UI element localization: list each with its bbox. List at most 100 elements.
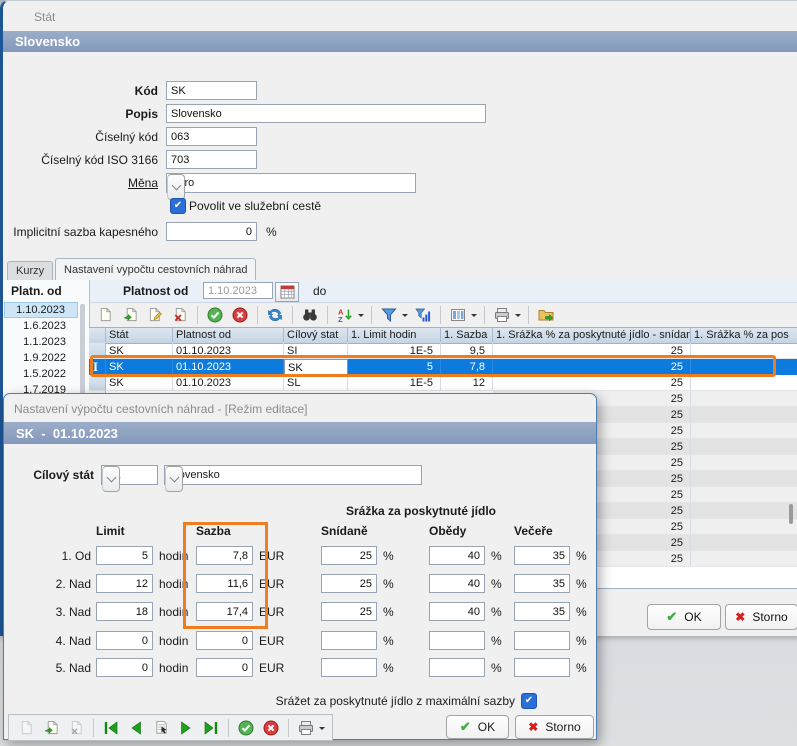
columns-button[interactable] <box>447 305 469 325</box>
limit-input[interactable] <box>96 631 153 650</box>
column-header[interactable]: 1. Srážka % za pos <box>691 328 797 342</box>
cilovy-stat-code-combobox[interactable]: SK <box>101 465 158 485</box>
snidane-input[interactable] <box>321 631 377 650</box>
filter-dropdown-caret[interactable] <box>402 314 408 320</box>
kod-input[interactable] <box>166 81 257 100</box>
snidane-input[interactable] <box>321 602 377 621</box>
print-button[interactable] <box>491 305 513 325</box>
window-ok-button[interactable]: ✔ OK <box>647 604 721 630</box>
select-record-button[interactable] <box>150 718 172 738</box>
sort-button[interactable]: A Z <box>334 305 356 325</box>
vecere-input[interactable] <box>514 631 570 650</box>
cell-stat: SK <box>106 375 173 391</box>
date-list-item[interactable]: 1.6.2023 <box>4 318 78 334</box>
column-header[interactable]: 1. Limit hodin <box>348 328 441 342</box>
new-record-button[interactable] <box>94 305 116 325</box>
previous-record-button[interactable] <box>125 718 147 738</box>
obedy-input[interactable] <box>429 658 485 677</box>
print-dropdown-caret[interactable] <box>515 314 521 320</box>
next-record-button[interactable] <box>175 718 197 738</box>
copy-record-button[interactable] <box>40 718 62 738</box>
limit-input[interactable] <box>96 574 153 593</box>
vecere-input[interactable] <box>514 602 570 621</box>
grid-row-selected[interactable]: I SK 01.10.2023 SK 5 7,8 25 <box>89 359 797 375</box>
obedy-input[interactable] <box>429 631 485 650</box>
platnost-od-date-input[interactable] <box>203 282 273 299</box>
snidane-input[interactable] <box>321 574 377 593</box>
snidane-input[interactable] <box>321 546 377 565</box>
toolbar-separator <box>327 306 328 324</box>
vecere-input[interactable] <box>514 658 570 677</box>
obedy-input[interactable] <box>429 574 485 593</box>
filter-advanced-button[interactable] <box>412 305 434 325</box>
kapesne-input[interactable] <box>166 222 257 241</box>
cell-srazka2 <box>691 439 797 455</box>
mena-label[interactable]: Měna <box>3 176 158 190</box>
delete-record-button[interactable] <box>65 718 87 738</box>
print-dropdown-caret[interactable] <box>319 727 325 733</box>
column-header[interactable]: Stát <box>106 328 173 342</box>
cell-srazka2 <box>691 375 797 391</box>
sazba-input[interactable] <box>196 602 253 621</box>
obedy-input[interactable] <box>429 546 485 565</box>
column-header[interactable]: Cílový stat <box>284 328 348 342</box>
export-button[interactable] <box>535 305 557 325</box>
iso-kod-input[interactable] <box>166 150 257 169</box>
obedy-input[interactable] <box>429 602 485 621</box>
grid-row[interactable]: SK 01.10.2023 SL 1E-5 12 25 <box>89 375 797 391</box>
search-button[interactable] <box>299 305 321 325</box>
limit-input[interactable] <box>96 658 153 677</box>
delete-record-button[interactable] <box>169 305 191 325</box>
columns-dropdown-caret[interactable] <box>471 314 477 320</box>
sazba-input[interactable] <box>196 658 253 677</box>
dialog-storno-button[interactable]: ✖ Storno <box>515 715 594 739</box>
cell-cilovy-focused[interactable]: SK <box>284 359 348 375</box>
column-header[interactable]: Platnost od <box>173 328 284 342</box>
limit-input[interactable] <box>96 546 153 565</box>
sazba-input[interactable] <box>196 631 253 650</box>
tab-kurzy[interactable]: Kurzy <box>7 261 53 280</box>
print-button[interactable] <box>295 718 317 738</box>
refresh-button[interactable] <box>264 305 286 325</box>
first-record-button[interactable] <box>100 718 122 738</box>
new-record-button[interactable] <box>15 718 37 738</box>
cilovy-name-dropdown-button[interactable] <box>165 466 183 492</box>
date-list-item[interactable]: 1.10.2023 <box>4 302 78 318</box>
cell-srazka2 <box>691 487 797 503</box>
vecere-input[interactable] <box>514 574 570 593</box>
calendar-button[interactable] <box>275 282 299 302</box>
snidane-input[interactable] <box>321 658 377 677</box>
limit-input[interactable] <box>96 602 153 621</box>
window-storno-button[interactable]: ✖ Storno <box>725 604 797 630</box>
dates-scrollbar[interactable] <box>80 304 85 394</box>
vecere-input[interactable] <box>514 546 570 565</box>
date-list-item[interactable]: 1.1.2023 <box>4 334 78 350</box>
mena-combobox[interactable]: Euro <box>166 173 416 193</box>
column-header[interactable]: 1. Sazba <box>441 328 493 342</box>
mena-dropdown-button[interactable] <box>167 174 185 200</box>
edit-record-button[interactable] <box>144 305 166 325</box>
date-list-item[interactable]: 1.9.2022 <box>4 350 78 366</box>
accept-button[interactable] <box>204 305 226 325</box>
sazba-input[interactable] <box>196 546 253 565</box>
date-list-item[interactable]: 1.5.2022 <box>4 366 78 382</box>
sort-dropdown-caret[interactable] <box>358 314 364 320</box>
column-header[interactable]: 1. Srážka % za poskytnuté jídlo - snídan… <box>493 328 691 342</box>
cancel-button[interactable] <box>260 718 282 738</box>
dialog-ok-button[interactable]: ✔ OK <box>446 715 509 739</box>
grid-scrollbar-thumb[interactable] <box>789 504 793 524</box>
cilovy-stat-name-combobox[interactable]: Slovensko <box>164 465 422 485</box>
grid-row[interactable]: SK 01.10.2023 SI 1E-5 9,5 25 <box>89 343 797 359</box>
sazba-input[interactable] <box>196 574 253 593</box>
copy-record-button[interactable] <box>119 305 141 325</box>
srazet-checkbox[interactable] <box>521 693 537 709</box>
cancel-button[interactable] <box>229 305 251 325</box>
accept-button[interactable] <box>235 718 257 738</box>
filter-button[interactable] <box>378 305 400 325</box>
tab-nastaveni-nahrad[interactable]: Nastavení vypočtu cestovních náhrad <box>55 258 256 280</box>
cilovy-code-dropdown-button[interactable] <box>102 466 120 492</box>
povolit-checkbox[interactable] <box>170 198 186 214</box>
last-record-button[interactable] <box>200 718 222 738</box>
ciselny-kod-input[interactable] <box>166 127 257 146</box>
popis-input[interactable] <box>166 104 486 123</box>
